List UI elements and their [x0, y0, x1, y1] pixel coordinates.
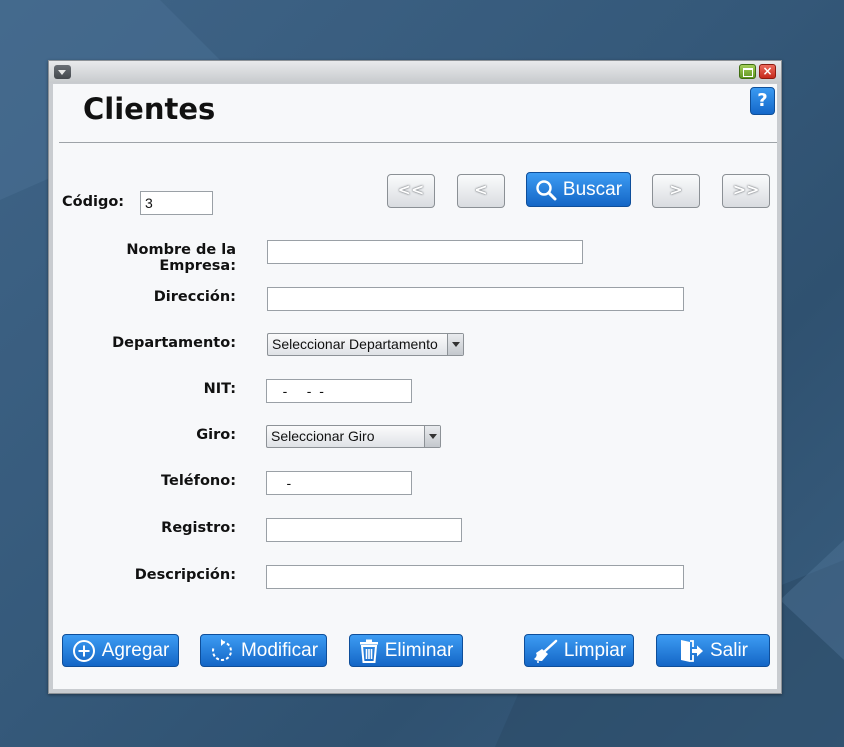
- first-record-button[interactable]: <<: [387, 174, 435, 208]
- maximize-button[interactable]: [739, 64, 756, 79]
- descripcion-label: Descripción:: [134, 567, 236, 583]
- empresa-field[interactable]: [267, 240, 583, 264]
- delete-button-label: Eliminar: [384, 639, 454, 661]
- registro-field[interactable]: [266, 518, 462, 542]
- modify-button-label: Modificar: [240, 639, 319, 661]
- window-titlebar[interactable]: ×: [49, 61, 781, 83]
- search-button-label: Buscar: [562, 178, 623, 200]
- delete-button[interactable]: Eliminar: [349, 634, 463, 667]
- clientes-window: × Clientes ? Código: 3 << < Buscar > >> …: [48, 60, 782, 694]
- departamento-selected: Seleccionar Departamento: [272, 336, 438, 352]
- telefono-label: Teléfono:: [161, 473, 236, 489]
- clear-button[interactable]: Limpiar: [524, 634, 634, 667]
- trash-icon: [359, 639, 378, 663]
- codigo-label: Código:: [62, 194, 125, 210]
- search-icon: [536, 179, 557, 200]
- header-divider: [59, 142, 777, 143]
- chevron-down-icon: [447, 334, 463, 355]
- giro-select[interactable]: Seleccionar Giro: [266, 425, 441, 448]
- previous-record-button[interactable]: <: [457, 174, 505, 208]
- page-title: Clientes: [83, 92, 216, 126]
- exit-door-icon: [680, 639, 703, 662]
- window-menu-button[interactable]: [54, 65, 71, 79]
- nit-label: NIT:: [203, 381, 236, 397]
- descripcion-field[interactable]: [266, 565, 684, 589]
- help-button[interactable]: ?: [750, 87, 775, 115]
- close-button[interactable]: ×: [759, 64, 776, 79]
- telefono-field[interactable]: -: [266, 471, 412, 495]
- exit-button-label: Salir: [709, 639, 748, 661]
- departamento-label: Departamento:: [112, 335, 236, 351]
- chevron-down-icon: [424, 426, 440, 447]
- add-button[interactable]: Agregar: [62, 634, 179, 667]
- giro-label: Giro:: [196, 427, 236, 443]
- search-button[interactable]: Buscar: [526, 172, 631, 207]
- next-record-button[interactable]: >: [652, 174, 700, 208]
- empresa-label: Nombre de la Empresa:: [126, 242, 236, 274]
- registro-label: Registro:: [161, 520, 236, 536]
- modify-button[interactable]: Modificar: [200, 634, 327, 667]
- direccion-field[interactable]: [267, 287, 684, 311]
- add-button-label: Agregar: [101, 639, 170, 661]
- departamento-select[interactable]: Seleccionar Departamento: [267, 333, 464, 356]
- plus-circle-icon: [72, 639, 95, 662]
- exit-button[interactable]: Salir: [656, 634, 770, 667]
- giro-selected: Seleccionar Giro: [271, 428, 375, 444]
- codigo-field[interactable]: 3: [140, 191, 213, 215]
- last-record-button[interactable]: >>: [722, 174, 770, 208]
- clear-button-label: Limpiar: [563, 639, 627, 661]
- direccion-label: Dirección:: [153, 289, 236, 305]
- broom-icon: [533, 639, 558, 663]
- form-panel: Clientes ? Código: 3 << < Buscar > >> No…: [53, 84, 777, 689]
- nit-field[interactable]: - - -: [266, 379, 412, 403]
- refresh-icon: [211, 638, 232, 661]
